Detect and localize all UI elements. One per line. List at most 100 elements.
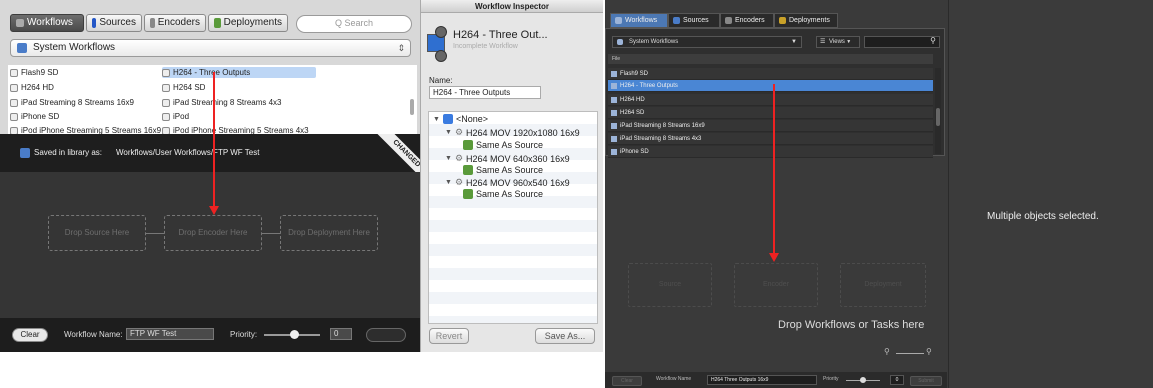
annotation-arrow [213,72,215,208]
deployment-icon [463,165,473,175]
tree-leaf[interactable]: Same As Source [463,189,543,199]
deployments-icon [779,17,786,24]
tab-workflows[interactable]: Workflows [10,14,84,32]
priority-slider[interactable] [264,330,320,339]
drop-deployment-box[interactable]: Deployment [840,263,926,307]
workflow-icon [611,123,617,129]
zoom-control[interactable]: ⚲ ⚲ [884,347,940,359]
workflow-icon [611,71,617,77]
tree-leaf[interactable]: Same As Source [463,140,543,150]
list-item[interactable]: H264 HD [10,82,54,93]
workflow-icon [162,112,170,121]
chevron-down-icon: ▼ [844,39,852,45]
saved-path: Workflows/User Workflows/FTP WF Test [116,148,260,157]
workflow-icon [162,68,170,77]
name-field[interactable]: H264 - Three Outputs [429,86,541,99]
encoders-icon [725,17,732,24]
list-item[interactable]: H264 SD [162,82,205,93]
saved-label: Saved in library as: [34,148,103,157]
clear-button[interactable]: Clear [612,376,642,386]
list-item[interactable]: iPhone SD [608,146,933,158]
deployment-icon [463,140,473,150]
workflow-icon [10,112,18,121]
workflow-name-label: Workflow Name [656,376,692,382]
tab-workflows[interactable]: Workflows [610,13,668,28]
zoom-slider[interactable] [896,353,924,354]
submit-button[interactable]: Submit [910,376,942,386]
library-icon [617,39,623,45]
tab-deployments[interactable]: Deployments [208,14,288,32]
workflow-icon [615,17,622,24]
scrollbar-thumb[interactable] [936,108,940,126]
list-item[interactable]: iPad Streaming 8 Streams 4x3 [608,133,933,145]
tree-node[interactable]: ▼ ⚙ H264 MOV 960x540 16x9 [445,177,570,188]
list-item[interactable]: iPod [162,111,189,122]
drop-source-box[interactable]: Source [628,263,712,307]
save-as-button[interactable]: Save As... [535,328,595,344]
slider-thumb[interactable] [860,377,866,383]
workflow-icon [10,83,18,92]
tree-node[interactable]: ▼ ⚙ H264 MOV 1920x1080 16x9 [445,127,580,138]
annotation-arrow [773,84,775,256]
tab-sources[interactable]: Sources [86,14,142,32]
gear-icon: ⚙ [454,153,464,163]
drop-encoder-box[interactable]: Drop Encoder Here [164,215,262,251]
workflow-icon [10,98,18,107]
search-input[interactable]: Q Search [296,15,412,33]
sources-icon [92,18,97,28]
drop-encoder-box[interactable]: Encoder [734,263,818,307]
sources-icon [673,17,680,24]
multiple-selected-label: Multiple objects selected. [987,211,1099,222]
clear-button[interactable]: Clear [12,328,48,342]
submit-button[interactable] [366,328,406,342]
drop-deployment-box[interactable]: Drop Deployment Here [280,215,378,251]
slider-thumb[interactable] [290,330,299,339]
zoom-out-icon[interactable]: ⚲ [884,347,890,356]
tab-sources[interactable]: Sources [668,13,720,28]
zoom-in-icon[interactable]: ⚲ [926,347,932,356]
column-header[interactable]: File [608,54,933,64]
gear-icon: ⚙ [454,127,464,137]
priority-label: Priority [823,376,839,382]
tab-deployments[interactable]: Deployments [774,13,838,28]
encoders-icon [150,18,155,28]
tab-encoders[interactable]: Encoders [720,13,774,28]
workflow-icon [162,98,170,107]
priority-field[interactable]: 0 [330,328,352,340]
list-item-selected[interactable]: H264 - Three Outputs [162,67,316,78]
connector [146,233,164,234]
revert-button[interactable]: Revert [429,328,469,344]
gear-icon: ⚙ [454,177,464,187]
list-item[interactable]: H264 HD [608,94,933,106]
priority-field[interactable]: 0 [890,375,904,385]
workflow-name-field[interactable]: FTP WF Test [126,328,214,340]
library-icon [17,43,27,53]
list-item[interactable]: iPad Streaming 8 Streams 4x3 [162,97,282,108]
annotation-arrow-head [209,206,219,215]
list-item[interactable]: iPhone SD [10,111,59,122]
workflow-name-field[interactable]: H264 Three Outputs 16x9 [707,375,817,385]
list-item[interactable]: Flash9 SD [608,68,933,80]
priority-label: Priority: [230,330,258,339]
tree-leaf[interactable]: Same As Source [463,165,543,175]
library-select[interactable]: System Workflows ▼ [612,36,802,48]
search-input[interactable]: ⚲ [864,36,940,48]
inspector-workflow-title: H264 - Three Out... [453,29,548,41]
chevron-down-icon: ▼ [791,39,797,45]
tab-encoders[interactable]: Encoders [144,14,206,32]
list-item[interactable]: iPad Streaming 8 Streams 16x9 [10,97,134,108]
source-icon [442,114,453,124]
library-select[interactable]: System Workflows ⇕ [10,39,411,57]
list-item[interactable]: iPad Streaming 8 Streams 16x9 [608,120,933,132]
scrollbar[interactable] [935,68,941,154]
scrollbar[interactable] [410,99,414,115]
tree-root[interactable]: ▼ <None> [433,114,488,124]
list-item[interactable]: H264 SD [608,107,933,119]
tree-node[interactable]: ▼ ⚙ H264 MOV 640x360 16x9 [445,153,570,164]
list-item-selected[interactable]: H264 - Three Outputs [608,80,933,92]
priority-slider[interactable] [846,377,880,383]
drop-source-box[interactable]: Drop Source Here [48,215,146,251]
list-item[interactable]: Flash9 SD [10,67,58,78]
views-menu[interactable]: ☰ Views ▼ [816,36,860,48]
inspector-panel: Multiple objects selected. [948,0,1153,388]
